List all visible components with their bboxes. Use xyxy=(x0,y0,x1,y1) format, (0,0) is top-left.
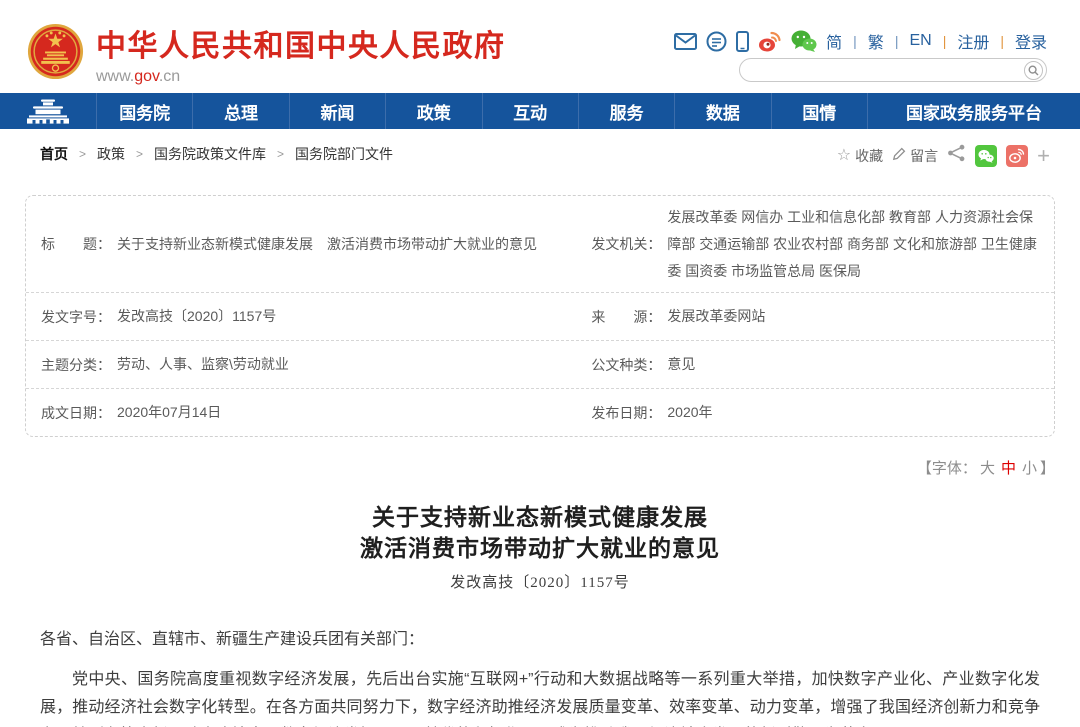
main-nav: 国务院 总理 新闻 政策 互动 服务 数据 国情 国家政务服务平台 xyxy=(0,93,1080,129)
site-header: 中华人民共和国中央人民政府 www.gov.cn xyxy=(0,0,1080,93)
meta-label-doc-type: 公文种类： xyxy=(591,355,661,375)
font-selector-suffix: 】 xyxy=(1040,460,1055,477)
breadcrumb-separator: > xyxy=(277,147,284,161)
meta-label-issuing-agency: 发文机关： xyxy=(591,234,661,254)
article-title-line1: 关于支持新业态新模式健康发展 xyxy=(40,502,1040,533)
nav-item-premier[interactable]: 总理 xyxy=(192,93,288,129)
meta-row-docnumber-source: 发文字号： 发改高技〔2020〕1157号 来 源： 发展改革委网站 xyxy=(26,293,1054,341)
breadcrumb-policy[interactable]: 政策 xyxy=(97,144,125,164)
meta-label-publish-date: 发布日期： xyxy=(591,403,661,423)
share-weibo-icon[interactable] xyxy=(1006,145,1028,167)
meta-value-subject-category: 劳动、人事、监察\劳动就业 xyxy=(117,351,289,378)
separator: | xyxy=(1000,33,1004,49)
register-link[interactable]: 注册 xyxy=(957,29,989,53)
breadcrumb-policy-library[interactable]: 国务院政策文件库 xyxy=(154,144,266,164)
nav-item-interact[interactable]: 互动 xyxy=(482,93,578,129)
separator: | xyxy=(853,33,857,49)
font-size-small-button[interactable]: 小 xyxy=(1022,460,1037,477)
meta-row-dates: 成文日期： 2020年07月14日 发布日期： 2020年 xyxy=(26,389,1054,436)
search-bar[interactable] xyxy=(739,58,1047,82)
nav-item-data[interactable]: 数据 xyxy=(674,93,770,129)
mail-icon[interactable] xyxy=(674,33,697,50)
site-url-cn: .cn xyxy=(159,68,180,85)
search-icon[interactable] xyxy=(1024,61,1043,80)
site-url-gov: gov xyxy=(134,68,159,85)
search-input[interactable] xyxy=(752,61,1024,79)
article-title: 关于支持新业态新模式健康发展 激活消费市场带动扩大就业的意见 xyxy=(40,502,1040,564)
favorite-button[interactable]: ☆ 收藏 xyxy=(837,146,883,166)
wechat-icon[interactable] xyxy=(791,30,817,52)
meta-row-title-agency: 标 题： 关于支持新业态新模式健康发展 激活消费市场带动扩大就业的意见 发文机关… xyxy=(26,196,1054,293)
font-size-selector: 【字体：大中小】 xyxy=(25,457,1055,478)
lang-simplified-link[interactable]: 简 xyxy=(826,29,842,53)
meta-value-title: 关于支持新业态新模式健康发展 激活消费市场带动扩大就业的意见 xyxy=(117,231,537,258)
lang-english-link[interactable]: EN xyxy=(909,32,931,50)
comment-icon[interactable] xyxy=(706,31,727,52)
breadcrumb: 首页 > 政策 > 国务院政策文件库 > 国务院部门文件 xyxy=(40,144,393,164)
breadcrumb-separator: > xyxy=(136,147,143,161)
share-icon[interactable] xyxy=(947,144,966,167)
weibo-icon[interactable] xyxy=(758,30,782,52)
page-actions: ☆ 收藏 留言 xyxy=(837,144,1050,167)
nav-home-tiananmen-icon[interactable] xyxy=(0,93,96,129)
meta-value-issuing-agency: 发展改革委 网信办 工业和信息化部 教育部 人力资源社会保障部 交通运输部 农业… xyxy=(667,204,1042,285)
nav-item-news[interactable]: 新闻 xyxy=(289,93,385,129)
lang-traditional-link[interactable]: 繁 xyxy=(868,29,884,53)
article-doc-number: 发改高技〔2020〕1157号 xyxy=(40,571,1040,592)
nav-item-gov-service-platform[interactable]: 国家政务服务平台 xyxy=(867,93,1080,129)
plus-icon[interactable]: + xyxy=(1037,145,1050,167)
site-url[interactable]: www.gov.cn xyxy=(96,68,506,86)
meta-value-doc-type: 意见 xyxy=(667,351,695,378)
site-title: 中华人民共和国中央人民政府 xyxy=(96,21,506,65)
meta-label-subject-category: 主题分类： xyxy=(41,355,111,375)
national-emblem-icon xyxy=(27,23,84,85)
pencil-icon xyxy=(892,147,906,164)
breadcrumb-separator: > xyxy=(79,147,86,161)
meta-label-doc-number: 发文字号： xyxy=(41,307,111,327)
meta-value-doc-number: 发改高技〔2020〕1157号 xyxy=(117,303,276,330)
font-size-large-button[interactable]: 大 xyxy=(980,460,995,477)
site-brand[interactable]: 中华人民共和国中央人民政府 www.gov.cn xyxy=(27,21,506,86)
meta-value-written-date: 2020年07月14日 xyxy=(117,399,221,426)
meta-value-publish-date: 2020年 xyxy=(667,399,712,426)
nav-item-national-conditions[interactable]: 国情 xyxy=(771,93,867,129)
meta-value-source: 发展改革委网站 xyxy=(667,303,765,330)
favorite-label: 收藏 xyxy=(855,146,883,166)
meta-label-written-date: 成文日期： xyxy=(41,403,111,423)
message-label: 留言 xyxy=(910,146,938,166)
font-selector-prefix: 【字体： xyxy=(917,460,977,477)
breadcrumb-department-documents[interactable]: 国务院部门文件 xyxy=(295,144,393,164)
share-wechat-icon[interactable] xyxy=(975,145,997,167)
separator: | xyxy=(943,33,947,49)
nav-item-policy[interactable]: 政策 xyxy=(385,93,481,129)
breadcrumb-bar: 首页 > 政策 > 国务院政策文件库 > 国务院部门文件 ☆ 收藏 留言 xyxy=(0,129,1080,179)
breadcrumb-home[interactable]: 首页 xyxy=(40,144,68,164)
header-quick-links: 简 | 繁 | EN | 注册 | 登录 xyxy=(674,29,1047,53)
document-meta-table: 标 题： 关于支持新业态新模式健康发展 激活消费市场带动扩大就业的意见 发文机关… xyxy=(25,195,1055,437)
meta-label-source: 来 源： xyxy=(591,307,661,327)
article-paragraph: 党中央、国务院高度重视数字经济发展，先后出台实施“互联网+”行动和大数据战略等一… xyxy=(40,666,1040,727)
mobile-icon[interactable] xyxy=(736,31,749,52)
meta-row-category-doctype: 主题分类： 劳动、人事、监察\劳动就业 公文种类： 意见 xyxy=(26,341,1054,389)
article-title-line2: 激活消费市场带动扩大就业的意见 xyxy=(40,533,1040,564)
site-url-www: www. xyxy=(96,68,134,85)
star-icon: ☆ xyxy=(837,148,851,164)
separator: | xyxy=(895,33,899,49)
meta-label-title: 标 题： xyxy=(41,234,111,254)
nav-item-state-council[interactable]: 国务院 xyxy=(96,93,192,129)
article: 关于支持新业态新模式健康发展 激活消费市场带动扩大就业的意见 发改高技〔2020… xyxy=(0,502,1080,727)
login-link[interactable]: 登录 xyxy=(1015,29,1047,53)
message-button[interactable]: 留言 xyxy=(892,146,938,166)
nav-item-services[interactable]: 服务 xyxy=(578,93,674,129)
article-salutation: 各省、自治区、直辖市、新疆生产建设兵团有关部门： xyxy=(40,625,1040,649)
font-size-medium-button[interactable]: 中 xyxy=(1001,460,1016,477)
